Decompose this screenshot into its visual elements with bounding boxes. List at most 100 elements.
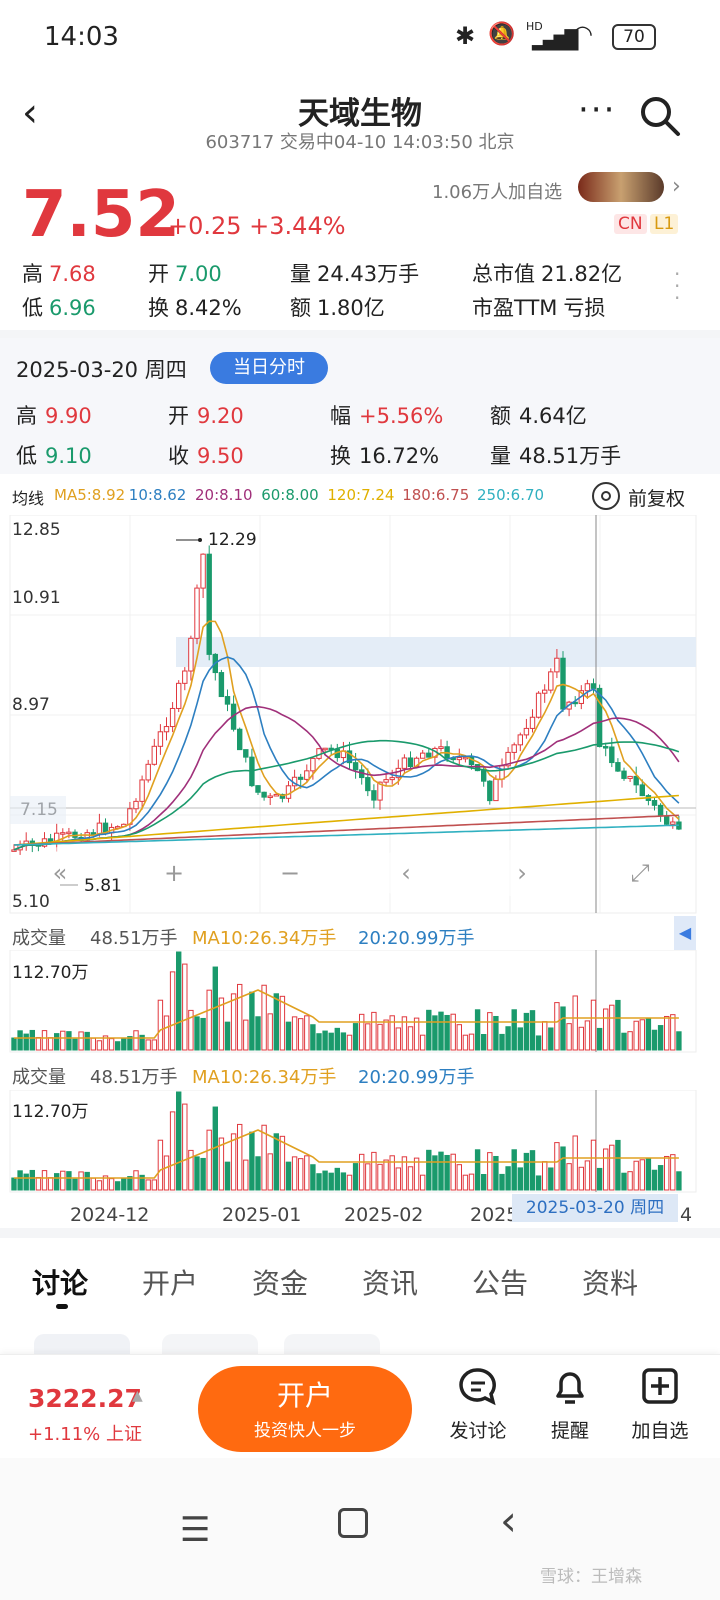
stat-label: 高 [22, 262, 43, 286]
follower-count[interactable]: 1.06万人加自选 [432, 178, 562, 204]
volume-bar [237, 1123, 243, 1191]
volume-bar [145, 1039, 151, 1051]
volume-bar [420, 1034, 426, 1051]
volume-bar [163, 1155, 170, 1191]
intraday-button[interactable]: 当日分时 [210, 352, 328, 384]
volume-bar [468, 1173, 475, 1191]
open-account-button[interactable]: 开户 投资快人一步 [198, 1366, 412, 1452]
stat-value: 6.96 [49, 296, 96, 320]
ma-legend-item: 180:6.75 [402, 486, 470, 504]
back-nav-icon[interactable]: ‹ [500, 1496, 517, 1545]
volume-bar [78, 1031, 84, 1051]
volume-bar [285, 1161, 292, 1191]
volume-bar [72, 1038, 78, 1051]
settings-icon[interactable] [592, 482, 620, 510]
volume-bar [206, 989, 212, 1051]
volume-bar [304, 1155, 310, 1191]
volume-bar [41, 1030, 48, 1051]
volume-bar [115, 1181, 121, 1191]
volume-bar [560, 1006, 566, 1051]
volume-chart-2 [9, 1090, 697, 1193]
volume-bar [298, 1018, 304, 1051]
quote-stat: 量 24.43万手 [290, 258, 419, 288]
candle-body [322, 747, 328, 751]
tab-2[interactable]: 资金 [252, 1262, 308, 1302]
day-stat: 高 9.90 [16, 400, 92, 430]
volume-bar [542, 1021, 548, 1051]
volume-bar [17, 1030, 23, 1051]
volume-label-2: 成交量 [12, 1067, 66, 1088]
wifi-icon: ◠ [572, 20, 593, 48]
volume-bar [413, 1157, 420, 1191]
ma-legend-item: 20:8.10 [195, 486, 253, 504]
index-value[interactable]: 3222.27 [28, 1384, 142, 1413]
volume-bar [426, 1149, 432, 1191]
candle-body [548, 671, 554, 691]
chevron-right-icon[interactable]: › [672, 174, 681, 199]
volume-bar [169, 1111, 176, 1191]
volume-bar [456, 1024, 463, 1051]
volume-bar [121, 1037, 127, 1051]
candle-body [352, 762, 359, 771]
high-marker-dot [198, 538, 202, 542]
adjust-toggle[interactable]: 前复权 [628, 484, 685, 511]
quote-stat: 开 7.00 [148, 258, 222, 288]
add-watchlist-button[interactable]: 加自选 [620, 1366, 700, 1443]
kline-chart[interactable]: 12.8510.918.977.155.1012.295.81«+−‹›⤢ [0, 515, 720, 915]
volume-bar [249, 991, 255, 1051]
volume-bar [474, 1009, 481, 1051]
volume-value: 48.51万手 [90, 928, 178, 949]
volume-bar [413, 1017, 420, 1051]
volume-bar [645, 1018, 652, 1051]
volume-bar [670, 1154, 676, 1191]
low-marker-label: 5.81 [84, 876, 122, 896]
stat-label: 开 [148, 262, 169, 286]
volume-bar [487, 1012, 493, 1051]
home-icon[interactable] [338, 1508, 368, 1538]
tab-5[interactable]: 资料 [582, 1262, 638, 1302]
volume-bar [261, 1124, 267, 1191]
volume-bar [670, 1014, 676, 1051]
menu-icon[interactable]: ☰ [180, 1510, 210, 1550]
stat-value: 4.64亿 [519, 404, 587, 428]
volume-bar [523, 1012, 530, 1051]
candle-body [310, 757, 316, 772]
remind-label: 提醒 [550, 1420, 589, 1442]
volume-bar [481, 1034, 487, 1051]
filter-chip[interactable] [284, 1334, 380, 1354]
avatar-group[interactable] [578, 172, 664, 202]
highlight-band [176, 637, 696, 667]
tab-4[interactable]: 公告 [472, 1262, 528, 1302]
volume-ma10: MA10:26.34万手 [192, 928, 337, 949]
tab-1[interactable]: 开户 [142, 1262, 198, 1302]
more-icon[interactable]: ··· [578, 90, 616, 130]
quote-stat: 高 7.68 [22, 258, 96, 288]
drag-handle-icon[interactable]: · · · [674, 264, 680, 308]
stat-label: 收 [168, 444, 189, 468]
volume-bar [316, 1173, 322, 1191]
chat-bubble-icon [459, 1368, 496, 1406]
discuss-button[interactable]: 发讨论 [438, 1366, 518, 1443]
collapse-arrow-icon[interactable]: ◀ [674, 916, 696, 950]
filter-chip[interactable] [162, 1334, 258, 1354]
volume-bar [603, 1008, 609, 1051]
tab-0[interactable]: 讨论 [32, 1262, 88, 1302]
volume-bar [334, 1027, 341, 1051]
tab-3[interactable]: 资讯 [362, 1262, 418, 1302]
remind-button[interactable]: 提醒 [530, 1366, 610, 1443]
volume-bar [615, 999, 621, 1051]
volume-bar [657, 1165, 664, 1191]
volume-bar [395, 1167, 402, 1191]
candle-body [487, 780, 493, 802]
volume-ma20: 20:20.99万手 [358, 928, 475, 949]
candle-body [407, 757, 414, 768]
filter-chip[interactable] [34, 1334, 130, 1354]
volume-bar [511, 1149, 517, 1191]
volume-bar [511, 1009, 517, 1051]
volume-bar [346, 1174, 353, 1191]
volume-bar [352, 1163, 359, 1191]
volume-bar [200, 1017, 206, 1051]
volume-bar [23, 1173, 29, 1191]
volume-bar [407, 1166, 414, 1191]
search-icon[interactable] [638, 94, 682, 138]
